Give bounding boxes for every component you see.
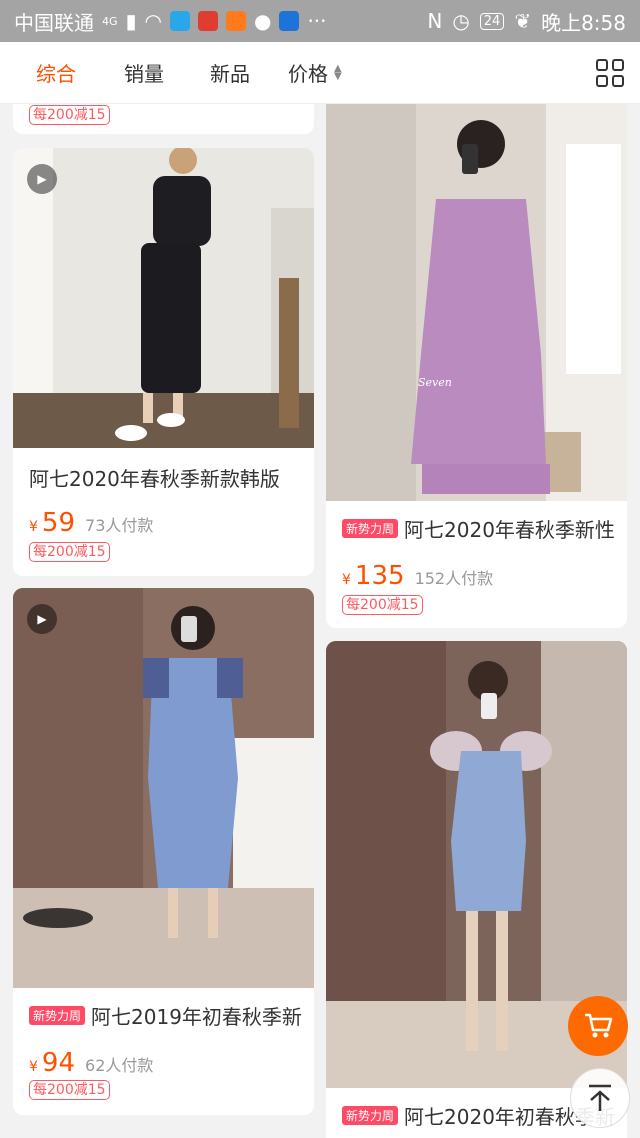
price-row: ¥ 59 73人付款: [13, 508, 314, 538]
wifi-icon: ◠: [144, 9, 162, 33]
tab-new[interactable]: 新品: [186, 42, 272, 104]
product-card[interactable]: 新势力周 阿七2020年初春秋季新: [326, 641, 627, 1138]
clock-label: 晚上8:58: [541, 10, 626, 35]
product-photo: Seven: [326, 104, 627, 501]
sold-count: 73人付款: [85, 516, 154, 535]
tab-label: 综合: [36, 62, 76, 86]
arrow-up-glyph: [589, 1084, 611, 1111]
product-card[interactable]: ▶ 新势力周 阿七2019年初春秋季新 ¥ 94 62人付款 每200减15: [13, 588, 314, 1115]
tab-label: 销量: [124, 62, 164, 86]
price-row: ¥ 94 62人付款: [13, 1048, 314, 1078]
product-card-partial[interactable]: 每200减15: [13, 104, 314, 134]
product-title-text: 阿七2020年春秋季新款韩版: [29, 466, 280, 491]
product-title-text: 阿七2019年初春秋季新: [91, 1004, 302, 1029]
grid-view-icon[interactable]: [596, 58, 624, 87]
watermark-text: Seven: [418, 376, 452, 389]
product-card[interactable]: ▶ 阿七2020年春秋季新款韩版 ¥ 59 73人付款 每200减15: [13, 148, 314, 576]
app-icon-red: [198, 11, 218, 31]
sold-count: 152人付款: [414, 569, 494, 588]
carrier-label: 中国联通: [14, 10, 94, 35]
signal-icon: ▮: [125, 9, 137, 33]
nfc-icon: N: [427, 9, 443, 33]
product-title: 阿七2020年春秋季新款韩版: [13, 462, 314, 492]
currency-symbol: ¥: [29, 519, 38, 535]
price-row: ¥ 135 152人付款: [326, 561, 627, 591]
product-image[interactable]: ▶: [13, 148, 314, 448]
promo-tag: 每200减15: [29, 542, 110, 562]
promo-tag: 每200减15: [342, 595, 423, 615]
app-icon-play: [226, 11, 246, 31]
sort-tabs: 综合 销量 新品 价格 ▲ ▼: [0, 42, 640, 104]
product-price: 94: [41, 1048, 76, 1078]
play-icon[interactable]: ▶: [27, 604, 57, 634]
product-price: 135: [354, 561, 405, 591]
product-image[interactable]: Seven: [326, 104, 627, 501]
product-photo: [13, 148, 314, 448]
promo-tag: 每200减15: [29, 1080, 110, 1100]
chat-icon: ●: [254, 9, 272, 33]
promo-badge: 新势力周: [342, 518, 399, 538]
tab-price[interactable]: 价格 ▲ ▼: [272, 42, 364, 104]
sold-count: 62人付款: [85, 1056, 154, 1075]
product-title-text: 阿七2020年春秋季新性: [404, 517, 615, 542]
product-title: 新势力周 阿七2019年初春秋季新: [13, 1000, 314, 1030]
cart-glyph: [585, 1013, 613, 1038]
tab-comprehensive[interactable]: 综合: [0, 42, 98, 104]
leaf-icon: ❦: [514, 9, 532, 33]
cart-icon[interactable]: [568, 996, 628, 1056]
currency-symbol: ¥: [342, 572, 351, 588]
product-title: 新势力周 阿七2020年春秋季新性: [326, 513, 627, 543]
promo-badge: 新势力周: [342, 1105, 399, 1125]
tab-sales[interactable]: 销量: [98, 42, 186, 104]
currency-symbol: ¥: [29, 1059, 38, 1075]
play-icon[interactable]: ▶: [27, 164, 57, 194]
tab-label: 价格: [288, 62, 328, 86]
product-photo: [13, 588, 314, 988]
app-icon-book: [170, 11, 190, 31]
battery-indicator: 24: [479, 12, 505, 30]
network-label: 4G: [102, 14, 118, 28]
arrow-up-icon[interactable]: [570, 1068, 630, 1128]
product-image[interactable]: ▶: [13, 588, 314, 988]
promo-badge: 新势力周: [29, 1005, 86, 1025]
product-card[interactable]: Seven 新势力周 阿七2020年春秋季新性 ¥ 135 152人付款 每20…: [326, 104, 627, 628]
sort-arrows-icon: ▲ ▼: [334, 62, 342, 82]
promo-tag: 每200减15: [29, 105, 110, 125]
status-bar: 中国联通 4G ▮ ◠ ● ··· N ◷ 24 ❦ 晚上8:58: [0, 0, 640, 42]
app-icon-shield: [279, 11, 300, 31]
product-price: 59: [41, 508, 76, 538]
alarm-icon: ◷: [452, 9, 470, 33]
tab-label: 新品: [210, 62, 250, 86]
more-icon: ···: [307, 9, 327, 33]
